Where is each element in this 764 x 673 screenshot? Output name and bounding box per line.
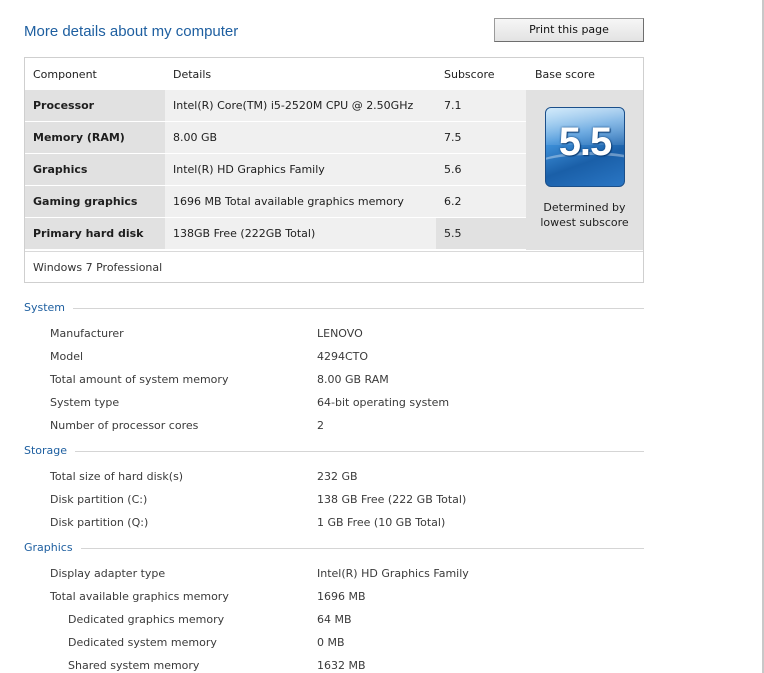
- info-value: 232 GB: [317, 470, 358, 483]
- info-row: Display adapter type Intel(R) HD Graphic…: [0, 567, 640, 585]
- section-title: Graphics: [24, 541, 81, 554]
- component-subscore: 5.6: [436, 154, 526, 185]
- info-row: Number of processor cores 2: [0, 419, 640, 437]
- info-key: Total amount of system memory: [50, 373, 229, 386]
- info-key: Total size of hard disk(s): [50, 470, 184, 483]
- info-value: Intel(R) HD Graphics Family: [317, 567, 469, 580]
- info-row: Dedicated graphics memory 64 MB: [0, 613, 640, 631]
- component-label: Primary hard disk: [25, 218, 165, 249]
- info-value: 138 GB Free (222 GB Total): [317, 493, 467, 506]
- component-details: Intel(R) HD Graphics Family: [165, 154, 436, 185]
- column-header-component: Component: [33, 68, 97, 81]
- score-row-graphics: Graphics Intel(R) HD Graphics Family 5.6: [25, 154, 526, 186]
- info-key: Manufacturer: [50, 327, 124, 340]
- base-score-panel: 5.5 Determined by lowest subscore: [526, 90, 643, 250]
- score-row-primary-hard-disk: Primary hard disk 138GB Free (222GB Tota…: [25, 218, 526, 250]
- info-value: 64-bit operating system: [317, 396, 450, 409]
- base-score-badge: 5.5: [545, 107, 625, 187]
- info-value: 64 MB: [317, 613, 352, 626]
- section-system-header: System: [24, 301, 644, 315]
- info-value: 0 MB: [317, 636, 345, 649]
- info-row: Total amount of system memory 8.00 GB RA…: [0, 373, 640, 391]
- info-row: Disk partition (Q:) 1 GB Free (10 GB Tot…: [0, 516, 640, 534]
- info-row: Total size of hard disk(s) 232 GB: [0, 470, 640, 488]
- info-key: Disk partition (C:): [50, 493, 148, 506]
- component-details: 8.00 GB: [165, 122, 436, 153]
- info-value: 1632 MB: [317, 659, 366, 672]
- info-key: Number of processor cores: [50, 419, 199, 432]
- info-row: System type 64-bit operating system: [0, 396, 640, 414]
- page-title: More details about my computer: [24, 23, 239, 40]
- base-score-caption: Determined by lowest subscore: [526, 200, 643, 230]
- info-value: 2: [317, 419, 324, 432]
- info-key: Total available graphics memory: [50, 590, 229, 603]
- component-details: 138GB Free (222GB Total): [165, 218, 436, 249]
- section-title: Storage: [24, 444, 76, 457]
- section-storage-header: Storage: [24, 444, 644, 458]
- score-row-memory: Memory (RAM) 8.00 GB 7.5: [25, 122, 526, 154]
- info-key: Display adapter type: [50, 567, 166, 580]
- info-row: Shared system memory 1632 MB: [0, 659, 640, 673]
- info-row: Disk partition (C:) 138 GB Free (222 GB …: [0, 493, 640, 511]
- info-value: 1 GB Free (10 GB Total): [317, 516, 446, 529]
- base-caption-line2: lowest subscore: [540, 216, 629, 229]
- info-value: 4294CTO: [317, 350, 369, 363]
- component-subscore: 7.5: [436, 122, 526, 153]
- score-row-processor: Processor Intel(R) Core(TM) i5-2520M CPU…: [25, 90, 526, 122]
- component-subscore: 7.1: [436, 90, 526, 121]
- section-graphics-header: Graphics: [24, 541, 644, 555]
- component-label: Graphics: [25, 154, 165, 185]
- info-key: Shared system memory: [68, 659, 200, 672]
- print-page-button[interactable]: Print this page: [494, 18, 644, 42]
- score-table-header: Component Details Subscore Base score: [25, 58, 643, 90]
- score-row-gaming-graphics: Gaming graphics 1696 MB Total available …: [25, 186, 526, 218]
- info-row: Dedicated system memory 0 MB: [0, 636, 640, 654]
- column-header-details: Details: [173, 68, 212, 81]
- component-subscore: 6.2: [436, 186, 526, 217]
- component-subscore: 5.5: [436, 218, 526, 249]
- info-row: Model 4294CTO: [0, 350, 640, 368]
- column-header-subscore: Subscore: [444, 68, 495, 81]
- windows-edition: Windows 7 Professional: [25, 251, 643, 283]
- info-key: Model: [50, 350, 84, 363]
- component-label: Processor: [25, 90, 165, 121]
- base-caption-line1: Determined by: [543, 201, 626, 214]
- component-label: Memory (RAM): [25, 122, 165, 153]
- info-key: Disk partition (Q:): [50, 516, 149, 529]
- section-divider: [24, 548, 644, 549]
- info-value: LENOVO: [317, 327, 363, 340]
- column-header-base-score: Base score: [535, 68, 595, 81]
- info-row: Manufacturer LENOVO: [0, 327, 640, 345]
- info-row: Total available graphics memory 1696 MB: [0, 590, 640, 608]
- section-divider: [24, 308, 644, 309]
- section-title: System: [24, 301, 74, 314]
- info-key: Dedicated graphics memory: [68, 613, 225, 626]
- info-value: 1696 MB: [317, 590, 366, 603]
- score-table: Component Details Subscore Base score Pr…: [24, 57, 644, 283]
- component-details: Intel(R) Core(TM) i5-2520M CPU @ 2.50GHz: [165, 90, 436, 121]
- component-label: Gaming graphics: [25, 186, 165, 217]
- info-key: Dedicated system memory: [68, 636, 217, 649]
- base-score-value: 5.5: [558, 120, 613, 164]
- component-details: 1696 MB Total available graphics memory: [165, 186, 436, 217]
- info-value: 8.00 GB RAM: [317, 373, 389, 386]
- info-key: System type: [50, 396, 120, 409]
- section-divider: [24, 451, 644, 452]
